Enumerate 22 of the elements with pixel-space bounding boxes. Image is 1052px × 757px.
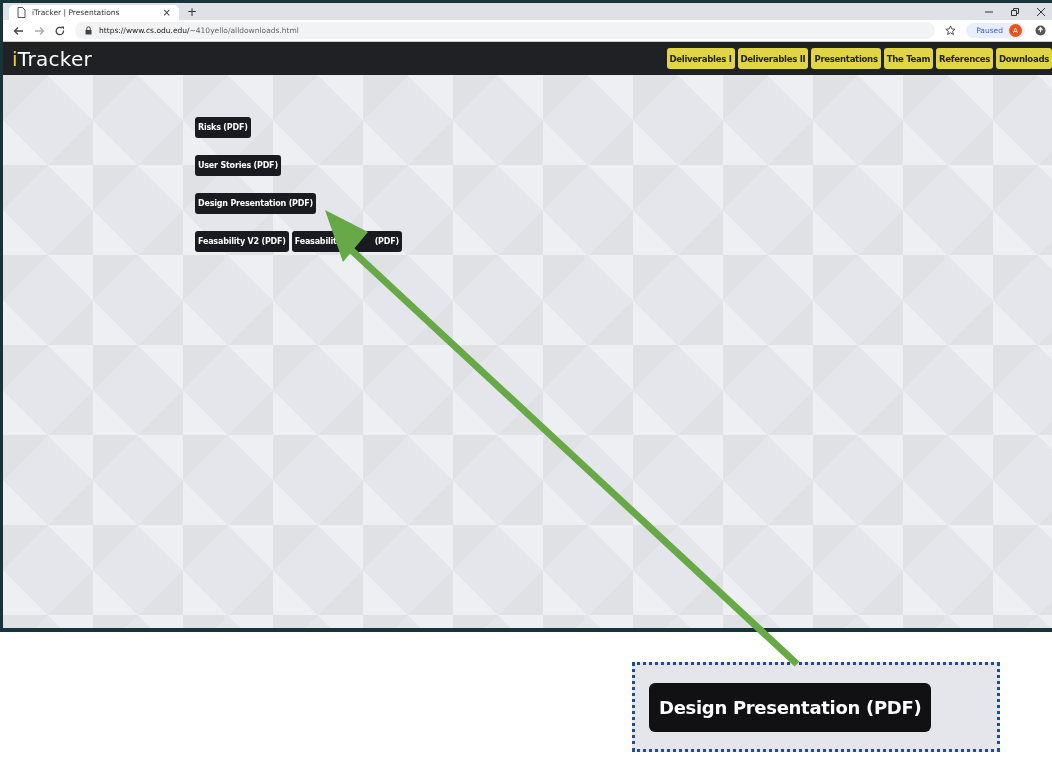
nav-button[interactable]: Deliverables II [737, 48, 809, 69]
nav-button[interactable]: References [936, 48, 993, 69]
new-tab-button[interactable]: + [187, 4, 198, 19]
nav-button[interactable]: Downloads [995, 48, 1052, 69]
download-button[interactable]: Design Presentation (PDF) [649, 682, 932, 732]
download-button[interactable]: Design Presentation (PDF) [195, 193, 316, 214]
nav-button[interactable]: The Team [883, 48, 933, 69]
download-button[interactable]: User Stories (PDF) [195, 155, 281, 176]
download-button[interactable]: Risks (PDF) [195, 117, 251, 138]
download-icon[interactable] [1035, 25, 1046, 36]
close-icon[interactable] [1036, 6, 1046, 17]
star-icon[interactable] [945, 25, 957, 36]
lock-icon [85, 26, 92, 35]
nav-button[interactable]: Deliverables I [666, 48, 735, 69]
nav-button[interactable]: Presentations [811, 48, 881, 69]
back-icon[interactable] [13, 25, 24, 36]
download-button[interactable]: Feasability V2 (PDF) [195, 231, 289, 252]
page-icon [17, 7, 26, 18]
restore-icon[interactable] [1010, 6, 1020, 17]
close-tab-button[interactable]: × [162, 7, 171, 18]
reload-icon[interactable] [55, 25, 65, 36]
site-logo[interactable]: iTracker [12, 46, 93, 71]
